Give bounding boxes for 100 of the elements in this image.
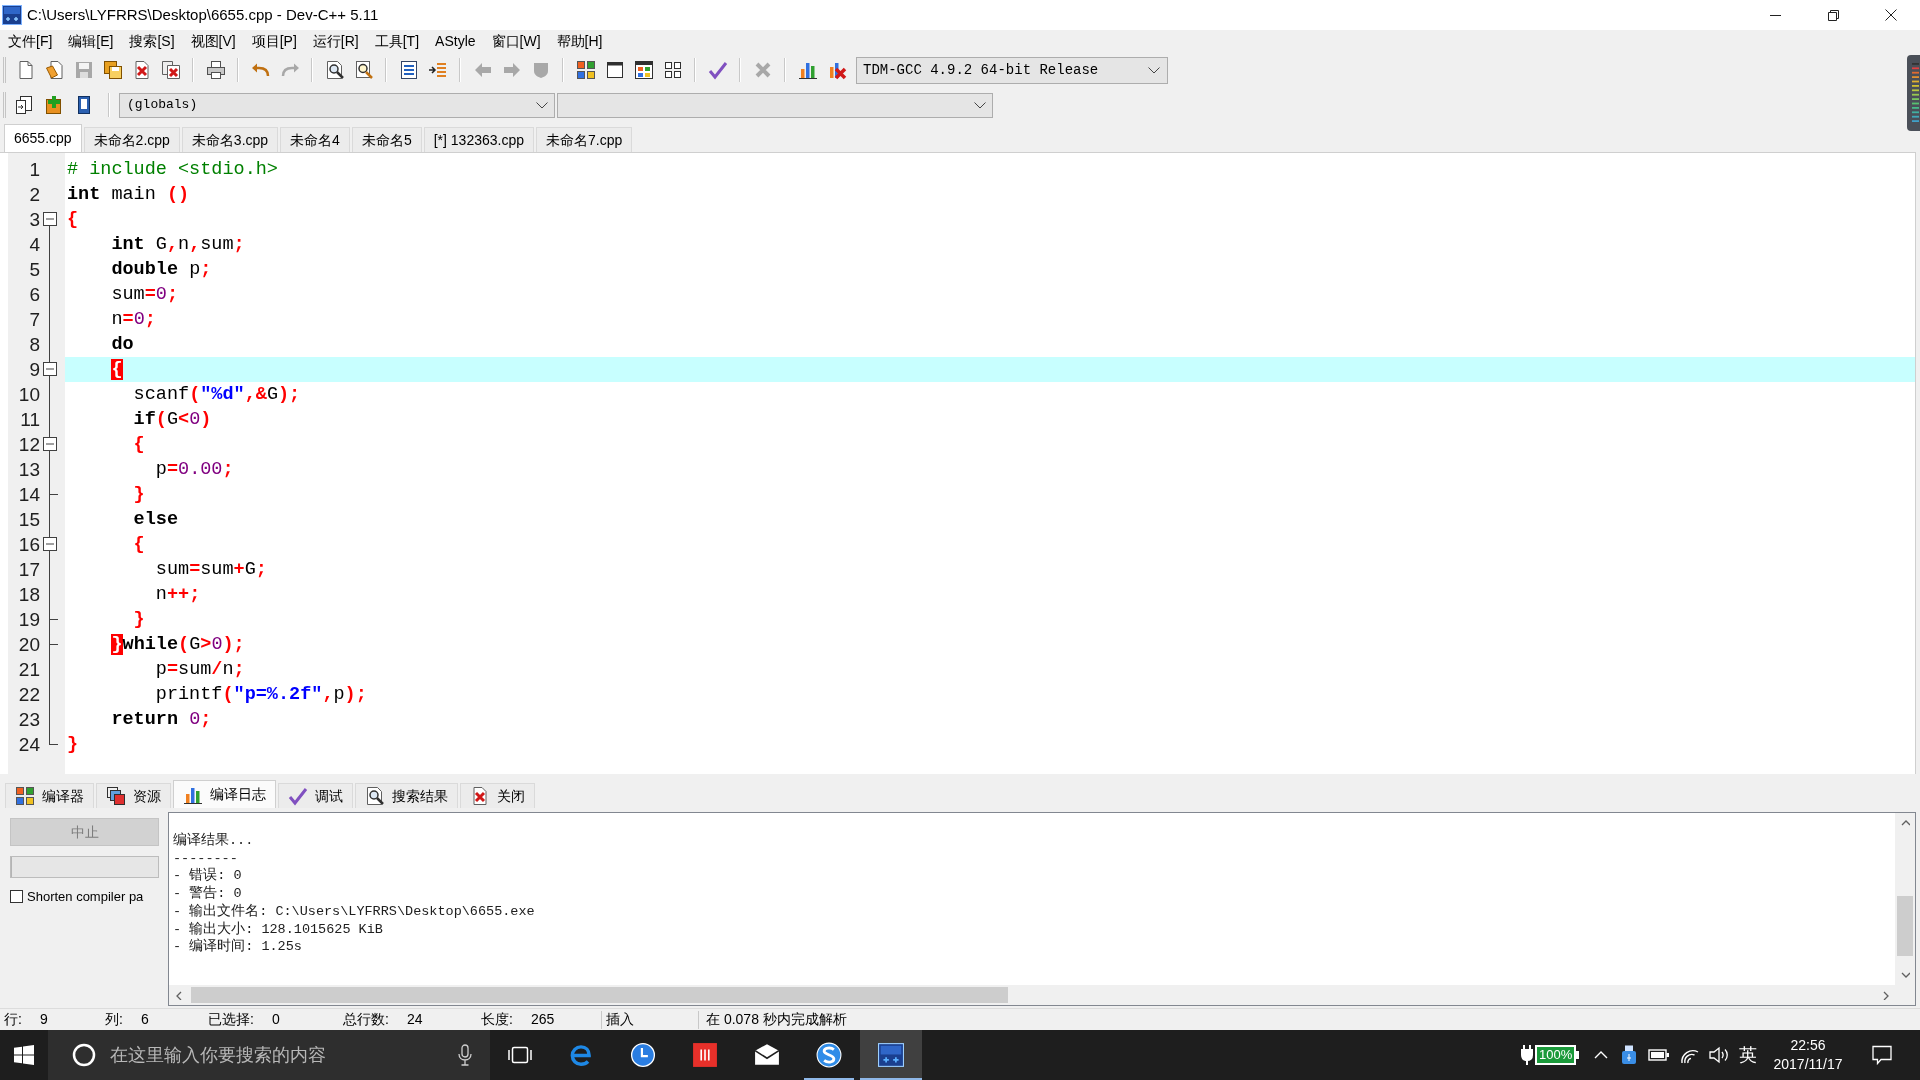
frame-icon: [508, 1045, 532, 1065]
scope-select[interactable]: (globals): [119, 92, 555, 118]
file-tab[interactable]: 未命名3.cpp: [181, 127, 279, 152]
line-number: 12: [17, 433, 40, 457]
file-tab[interactable]: 6655.cpp: [4, 124, 82, 152]
e-logo-icon: [568, 1042, 594, 1068]
menu-item[interactable]: 文件[F]: [0, 30, 61, 52]
line-number: 24: [17, 733, 40, 757]
log-line: - 输出文件名: C:\Users\LYFRRS\Desktop\6655.exe: [173, 902, 535, 921]
panel-tab[interactable]: 关闭: [460, 783, 535, 808]
panel-tab[interactable]: 编译日志: [173, 780, 276, 808]
collapse-icon[interactable]: [43, 212, 57, 226]
panel-tab[interactable]: 资源: [96, 783, 171, 808]
level-meter-widget[interactable]: [1907, 55, 1920, 131]
checkbox-label: Shorten compiler pa: [27, 888, 144, 906]
tile-grid-icon: [15, 786, 35, 806]
menu-item[interactable]: 编辑[E]: [60, 30, 122, 52]
window-title: C:\Users\LYFRRS\Desktop\6655.cpp - Dev-C++ 5.11: [27, 4, 379, 25]
checkbox[interactable]: [10, 890, 23, 904]
code-line: return 0;: [110, 708, 212, 732]
line-number: 1: [28, 158, 40, 182]
code-line: n=0;: [110, 308, 156, 332]
input-method-button[interactable]: 英: [1733, 1030, 1763, 1080]
line-number: 2: [28, 183, 40, 207]
line-number: 21: [17, 658, 40, 682]
close-icon: [1885, 9, 1897, 21]
swirl-circle-icon: [816, 1042, 842, 1068]
window-panes-icon: [14, 1045, 34, 1065]
page-magnifier-icon: [365, 786, 385, 806]
code-line: int main (): [67, 183, 190, 207]
log-line: - 编译时间: 1.25s: [173, 938, 302, 956]
menu-item[interactable]: AStyle: [427, 30, 484, 52]
microphone-icon[interactable]: [458, 1044, 472, 1066]
status-label: 总行数:: [343, 1010, 389, 1029]
taskbar-clock[interactable]: 22:56 2017/11/17: [1768, 1030, 1848, 1080]
plus-tile-icon: [44, 95, 64, 115]
code-line: else: [132, 508, 179, 532]
page-arrow-icon: [14, 95, 34, 115]
code-line: {: [132, 433, 145, 457]
printer-icon: [205, 60, 226, 80]
line-number: 11: [19, 408, 40, 432]
parse-status-message: 在 0.078 秒内完成解析: [705, 1010, 847, 1029]
file-tab[interactable]: 未命名4: [280, 127, 350, 152]
search-input[interactable]: 在这里输入你要搜索的内容: [110, 1041, 450, 1069]
code-line: sum=sum+G;: [154, 558, 267, 582]
collapse-icon[interactable]: [43, 362, 57, 376]
code-line: # include <stdio.h>: [67, 158, 278, 182]
code-line: {: [132, 533, 145, 557]
collapse-icon[interactable]: [43, 537, 57, 551]
chevron-left-icon: [174, 990, 184, 1000]
vertical-scrollbar[interactable]: [1895, 813, 1915, 985]
scroll-thumb[interactable]: [191, 987, 1008, 1003]
horizontal-scrollbar[interactable]: [169, 985, 1895, 1005]
panel-tab[interactable]: 编译器: [5, 783, 94, 808]
menu-item[interactable]: 搜索[S]: [121, 30, 183, 52]
code-line: {: [67, 208, 79, 232]
line-number: 8: [28, 333, 40, 357]
menu-item[interactable]: 窗口[W]: [483, 30, 549, 52]
line-number: 16: [17, 533, 40, 557]
speaker-icon: [1709, 1046, 1729, 1064]
collapse-icon[interactable]: [43, 437, 57, 451]
chevron-up-icon: [1900, 818, 1910, 828]
log-line: - 警告: 0: [173, 885, 242, 903]
line-number: 15: [17, 508, 40, 532]
file-tab[interactable]: 未命名7.cpp: [536, 127, 633, 152]
app-tile-icon: [878, 1042, 904, 1068]
code-line: scanf("%d",&G);: [132, 383, 301, 407]
scroll-thumb[interactable]: [1897, 896, 1913, 956]
stacked-squares-icon: [106, 786, 126, 806]
line-number: 13: [17, 458, 40, 482]
file-tab[interactable]: [*] 132363.cpp: [423, 127, 534, 152]
line-number: 5: [28, 258, 40, 282]
page-magnifier-icon: [324, 60, 345, 80]
menu-item[interactable]: 运行[R]: [304, 30, 367, 52]
status-label: 列:: [105, 1010, 123, 1029]
status-value: 9: [39, 1010, 48, 1029]
tiled-window-icon: [633, 60, 654, 80]
menu-item[interactable]: 工具[T]: [366, 30, 428, 52]
compiler-select[interactable]: TDM-GCC 4.9.2 64-bit Release: [856, 56, 1168, 84]
status-value: 6: [140, 1010, 149, 1029]
panel-tab[interactable]: 搜索结果: [355, 783, 458, 808]
file-tab[interactable]: 未命名5: [351, 127, 422, 152]
check-icon: [288, 786, 308, 806]
chevron-up-icon: [1594, 1051, 1608, 1059]
menu-item[interactable]: 项目[P]: [243, 30, 305, 52]
search-box[interactable]: 在这里输入你要搜索的内容: [48, 1030, 490, 1080]
menu-item[interactable]: 帮助[H]: [548, 30, 611, 52]
check-icon: [707, 60, 728, 80]
plug-icon: [1521, 1045, 1533, 1065]
arrow-right-icon: [501, 60, 522, 80]
code-line: p=0.00;: [154, 458, 234, 482]
speech-bubble-icon: [1872, 1045, 1892, 1065]
log-line: - 错误: 0: [173, 867, 242, 885]
status-label: 行:: [4, 1010, 22, 1029]
menu-item[interactable]: 视图[V]: [182, 30, 244, 52]
restore-icon: [1827, 9, 1839, 21]
panel-tab[interactable]: 调试: [278, 783, 353, 808]
file-tab[interactable]: 未命名2.cpp: [83, 127, 180, 152]
code-line: }: [132, 483, 145, 507]
bar-chart-icon: [797, 60, 818, 80]
